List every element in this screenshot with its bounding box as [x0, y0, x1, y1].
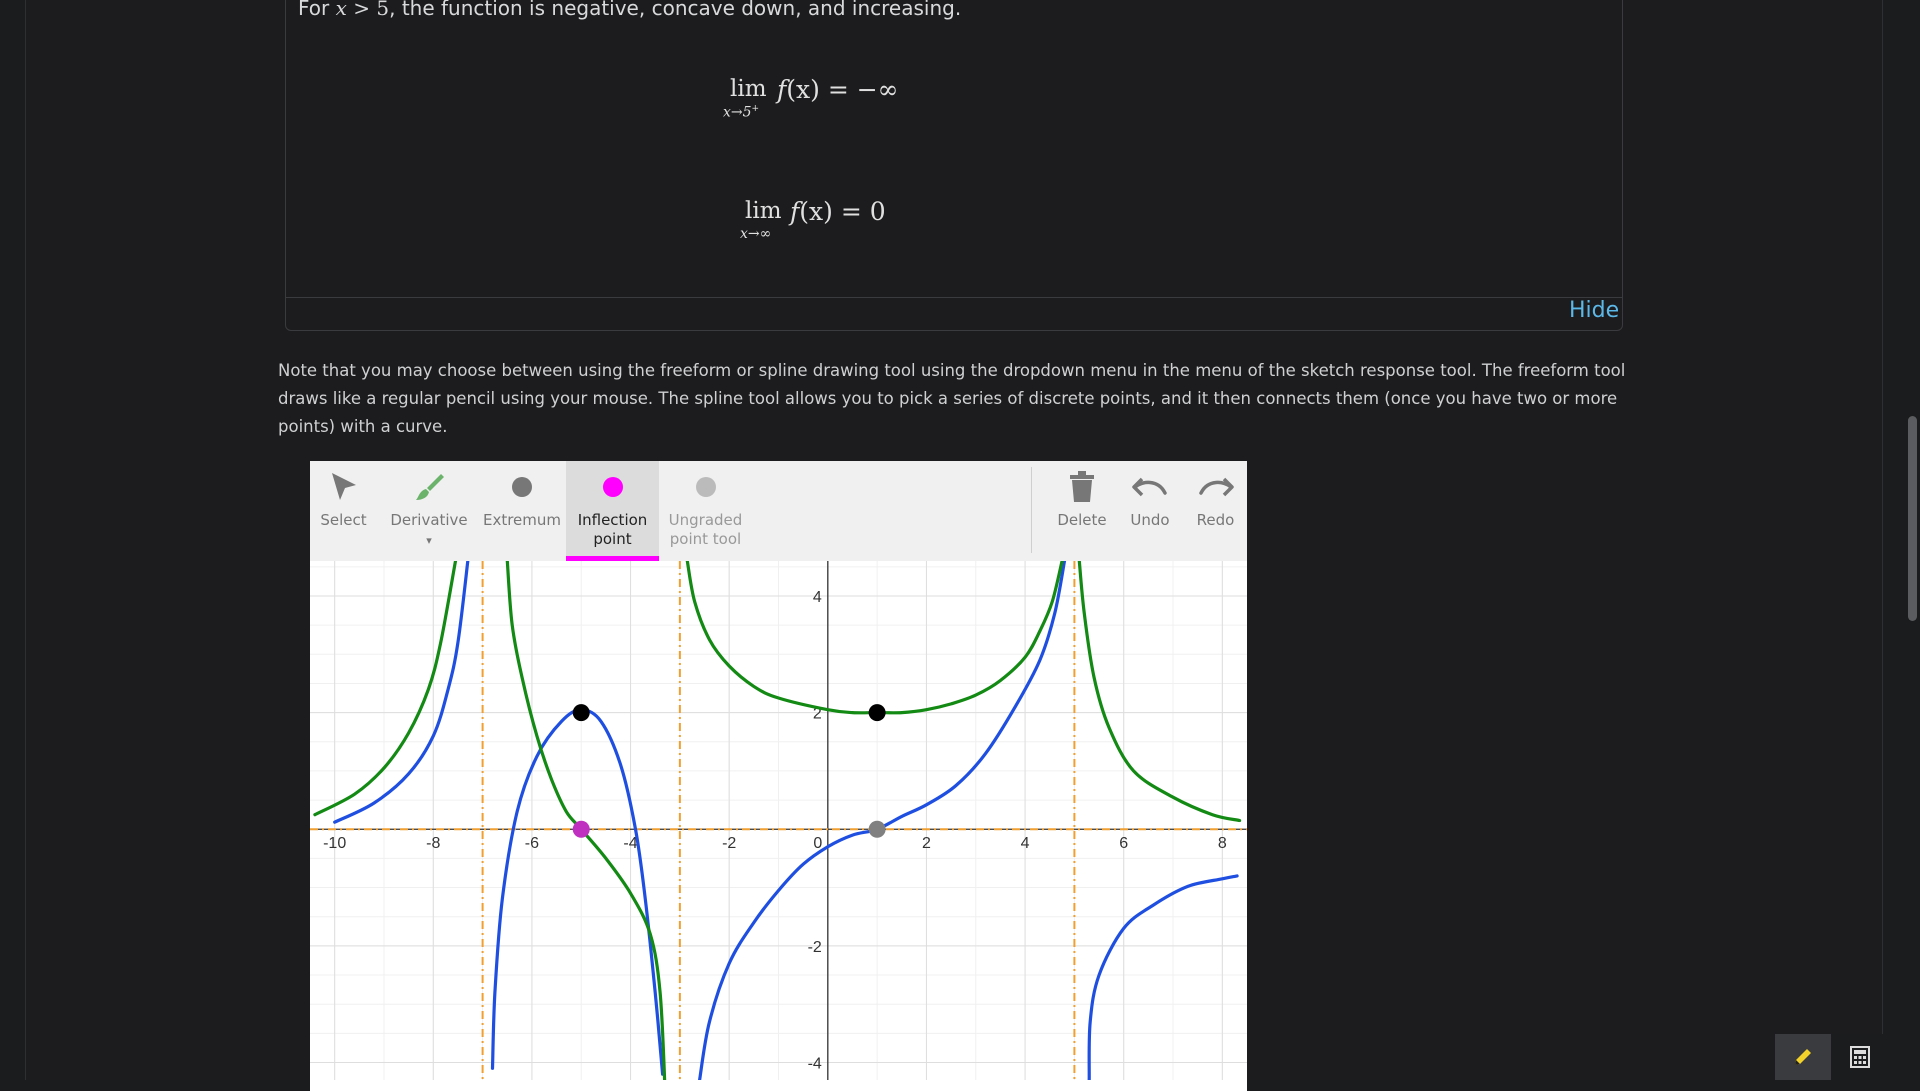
marked-point: [572, 820, 590, 838]
x-tick-label: -8: [426, 835, 440, 852]
statement-suffix: , the function is negative, concave down…: [389, 0, 962, 20]
trash-icon: [1070, 471, 1094, 502]
statement-operator: >: [346, 0, 377, 20]
calculator-button[interactable]: [1832, 1034, 1888, 1080]
calculator-icon: [1850, 1046, 1870, 1068]
x-tick-label: 4: [1021, 835, 1030, 852]
x-tick-label: -10: [323, 835, 346, 852]
y-tick-label: -2: [808, 939, 822, 956]
x-tick-label: 2: [922, 835, 931, 852]
ungraded-point-tool-button[interactable]: Ungraded point tool: [659, 461, 752, 561]
dot-icon: [512, 477, 532, 497]
dropdown-caret-icon: ▾: [426, 534, 432, 547]
solution-divider: [286, 297, 1622, 298]
dot-icon: [695, 477, 716, 497]
marked-point: [868, 820, 886, 838]
undo-icon: [1132, 477, 1167, 497]
solution-statement: For x > 5, the function is negative, con…: [298, 0, 961, 20]
statement-variable: x: [335, 0, 347, 20]
limit-word: lim: [730, 76, 767, 102]
instruction-note: Note that you may choose between using t…: [278, 361, 1626, 436]
marked-point: [572, 704, 590, 722]
x-tick-label: -2: [722, 835, 736, 852]
limit-equation-1: lim x→5+ f(x) = −∞: [720, 72, 920, 122]
dot-icon: [602, 477, 623, 497]
toolbar-separator: [1031, 467, 1032, 553]
undo-button[interactable]: Undo: [1116, 461, 1184, 561]
x-tick-label: -6: [525, 835, 539, 852]
sketch-toolbar: Select Derivative ▾ Extremum Inflection po…: [310, 461, 1247, 561]
inflection-point-tool-button[interactable]: Inflection point: [566, 461, 659, 561]
cursor-arrow-icon: [331, 473, 356, 500]
limit-word: lim: [745, 198, 782, 224]
solution-panel: [285, 0, 1623, 331]
derivative-tool-button[interactable]: Derivative ▾: [383, 461, 475, 561]
x-tick-label: 6: [1119, 835, 1128, 852]
pencil-icon: [1795, 1049, 1811, 1065]
limit-expression: f(x) = 0: [790, 197, 886, 226]
select-tool-button[interactable]: Select: [310, 461, 377, 561]
x-tick-label: 8: [1218, 835, 1227, 852]
redo-button[interactable]: Redo: [1184, 461, 1247, 561]
statement-prefix: For: [298, 0, 336, 20]
sketch-graph-canvas[interactable]: -10 -8 -6 -4 -2 0 2 4 6 8-4-224: [310, 561, 1247, 1080]
y-tick-label: 4: [813, 589, 822, 606]
limit-subscript: x→5+: [723, 104, 760, 121]
paintbrush-icon: [416, 474, 444, 500]
y-tick-label: -4: [808, 1056, 822, 1073]
delete-button[interactable]: Delete: [1048, 461, 1116, 561]
limit-expression: f(x) = −∞: [777, 75, 899, 104]
limit-subscript: x→∞: [740, 226, 772, 242]
scrollbar-thumb[interactable]: [1908, 416, 1917, 621]
redo-icon: [1198, 477, 1234, 497]
statement-number: 5: [376, 0, 390, 20]
marked-point: [868, 704, 886, 722]
limit-equation-2: lim x→∞ f(x) = 0: [740, 194, 940, 244]
hide-solution-link[interactable]: Hide: [1569, 298, 1619, 323]
pencil-button[interactable]: [1775, 1034, 1831, 1080]
extremum-tool-button[interactable]: Extremum: [475, 461, 569, 561]
